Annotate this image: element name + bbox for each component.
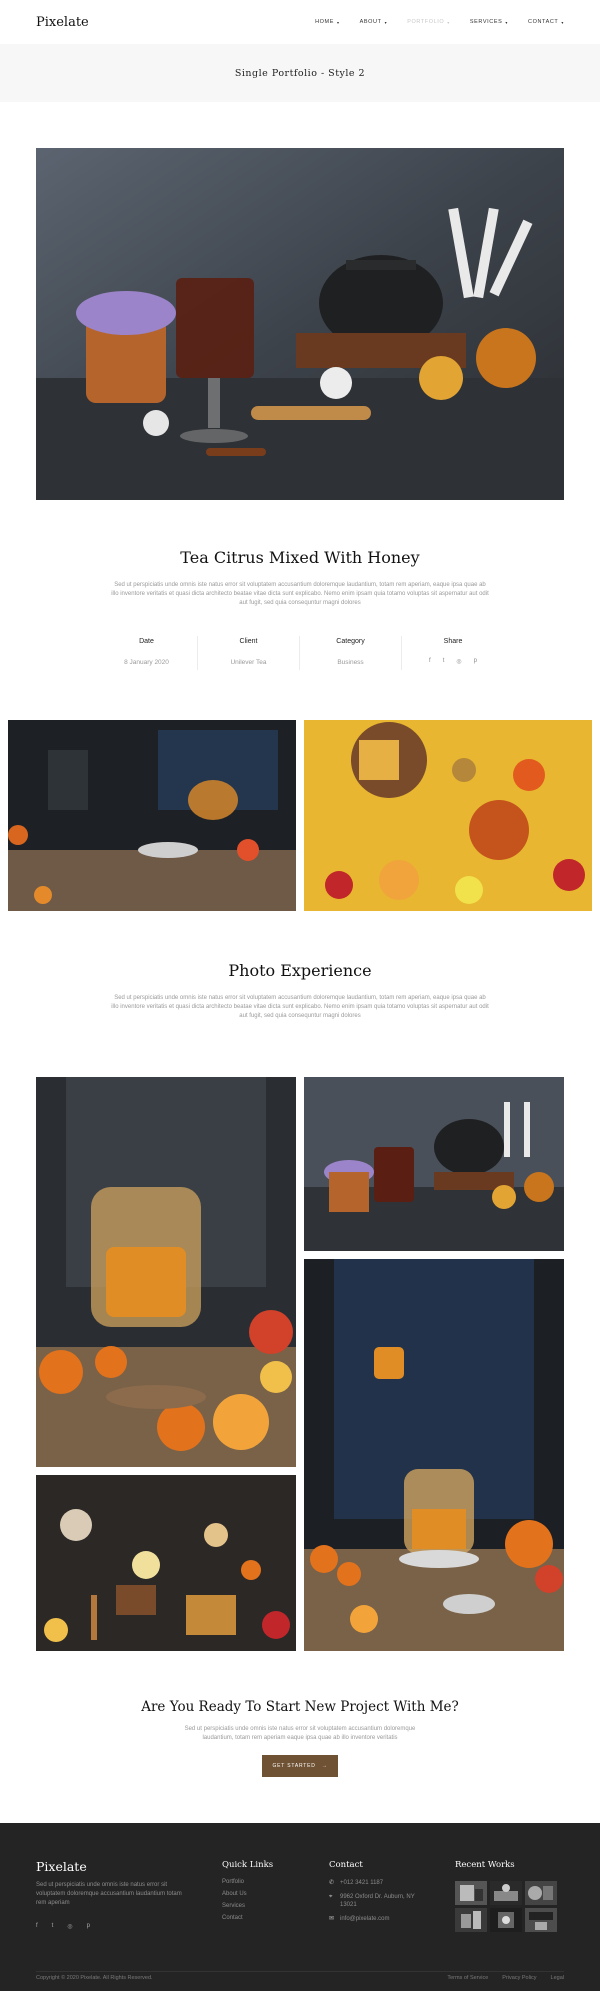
chevron-down-icon: ▾ xyxy=(337,19,340,25)
legal-link-terms[interactable]: Terms of Service xyxy=(447,1975,488,1981)
nav-item-portfolio[interactable]: PORTFOLIO ▾ xyxy=(407,19,450,25)
nav-item-label: ABOUT xyxy=(359,19,382,25)
recent-work-thumb[interactable] xyxy=(455,1881,487,1905)
meta-category: Category Business xyxy=(300,636,402,670)
contact-title: Contact xyxy=(329,1860,363,1870)
facebook-icon[interactable]: f xyxy=(429,658,431,665)
page-title-bar: Single Portfolio - Style 2 xyxy=(0,44,600,102)
footer-divider xyxy=(36,1971,564,1972)
meta-client-label: Client xyxy=(239,638,258,645)
site-logo[interactable]: Pixelate xyxy=(36,15,89,30)
contact-address-value: 9962 Oxford Dr. Auburn, NY 13021 xyxy=(340,1894,415,1908)
arrow-right-icon: → xyxy=(321,1763,328,1769)
experience-description: Sed ut perspiciatis unde omnis iste natu… xyxy=(111,995,489,1019)
contact-address: ⌖ 9962 Oxford Dr. Auburn, NY 13021 xyxy=(329,1893,420,1909)
location-icon: ⌖ xyxy=(329,1894,333,1900)
meta-category-label: Category xyxy=(336,638,365,645)
legal-link-privacy[interactable]: Privacy Policy xyxy=(502,1975,536,1981)
email-icon: ✉ xyxy=(329,1916,335,1922)
site-header: Pixelate HOME ▾ ABOUT ▾ PORTFOLIO ▾ SERVICE… xyxy=(0,0,600,44)
chevron-down-icon: ▾ xyxy=(447,19,450,25)
site-footer: Pixelate Sed ut perspiciatis unde omnis … xyxy=(0,1823,600,1991)
nav-item-about[interactable]: ABOUT ▾ xyxy=(360,19,388,25)
quick-links-title: Quick Links xyxy=(222,1860,274,1870)
recent-work-thumb[interactable] xyxy=(525,1908,557,1932)
twitter-icon[interactable]: t xyxy=(52,1923,54,1930)
quick-links: Portfolio About Us Services Contact xyxy=(222,1879,247,1921)
copyright: Copyright © 2020 Pixelate. All Rights Re… xyxy=(36,1975,153,1981)
footer-link-services[interactable]: Services xyxy=(222,1903,247,1909)
meta-category-value: Business xyxy=(337,659,364,666)
share-icons: f t ◎ p xyxy=(402,658,504,665)
contact-email-value[interactable]: info@pixelate.com xyxy=(340,1915,389,1923)
pinterest-icon[interactable]: p xyxy=(474,658,477,665)
contact-email: ✉ info@pixelate.com xyxy=(329,1915,420,1923)
grid-image-teapot-oranges xyxy=(36,1077,296,1467)
nav-item-label: HOME xyxy=(315,19,335,25)
contact-info: ✆ +012 3421 1187 ⌖ 9962 Oxford Dr. Aubur… xyxy=(329,1879,420,1923)
grid-image-man-with-tea xyxy=(304,1259,564,1651)
page-title: Single Portfolio - Style 2 xyxy=(234,67,366,79)
chevron-down-icon: ▾ xyxy=(561,19,564,25)
meta-date-label: Date xyxy=(139,638,154,645)
meta-client: Client Unilever Tea xyxy=(198,636,300,670)
grid-image-flatlay xyxy=(36,1475,296,1651)
facebook-icon[interactable]: f xyxy=(36,1923,38,1930)
project-title: Tea Citrus Mixed With Honey xyxy=(180,548,420,567)
recent-work-thumb[interactable] xyxy=(455,1908,487,1932)
main-nav: HOME ▾ ABOUT ▾ PORTFOLIO ▾ SERVICES ▾ CONTAC… xyxy=(315,19,564,25)
instagram-icon[interactable]: ◎ xyxy=(67,1923,72,1930)
pinterest-icon[interactable]: p xyxy=(87,1923,90,1930)
instagram-icon[interactable]: ◎ xyxy=(456,658,461,665)
footer-link-contact[interactable]: Contact xyxy=(222,1915,247,1921)
experience-title: Photo Experience xyxy=(228,961,372,980)
footer-logo[interactable]: Pixelate xyxy=(36,1859,87,1874)
gallery-image-yellow-table xyxy=(304,720,592,911)
nav-item-services[interactable]: SERVICES ▾ xyxy=(470,19,508,25)
footer-link-about[interactable]: About Us xyxy=(222,1891,247,1897)
recent-work-thumb[interactable] xyxy=(490,1881,522,1905)
footer-social: f t ◎ p xyxy=(36,1923,90,1930)
nav-item-home[interactable]: HOME ▾ xyxy=(315,19,340,25)
grid-image-tea-set xyxy=(304,1077,564,1251)
footer-about: Sed ut perspiciatis unde omnis iste natu… xyxy=(36,1882,182,1906)
contact-phone-value[interactable]: +012 3421 1187 xyxy=(340,1879,383,1887)
phone-icon: ✆ xyxy=(329,1880,335,1886)
chevron-down-icon: ▾ xyxy=(384,19,388,25)
meta-share-label: Share xyxy=(443,638,463,645)
nav-item-label: PORTFOLIO xyxy=(407,19,445,25)
contact-phone: ✆ +012 3421 1187 xyxy=(329,1879,420,1887)
recent-work-thumb[interactable] xyxy=(525,1881,557,1905)
gallery-image-pouring-tea xyxy=(8,720,296,911)
footer-link-portfolio[interactable]: Portfolio xyxy=(222,1879,247,1885)
two-up-gallery xyxy=(8,720,592,911)
project-meta: Date 8 January 2020 Client Unilever Tea … xyxy=(0,636,600,670)
project-description: Sed ut perspiciatis unde omnis iste natu… xyxy=(111,582,489,606)
nav-item-label: SERVICES xyxy=(469,19,503,25)
legal-links: Terms of Service Privacy Policy Legal xyxy=(447,1975,564,1981)
meta-date-value: 8 January 2020 xyxy=(124,659,169,666)
recent-works-grid xyxy=(455,1881,557,1932)
chevron-down-icon: ▾ xyxy=(505,19,509,25)
get-started-button[interactable]: GET STARTED → xyxy=(262,1755,338,1777)
nav-item-label: CONTACT xyxy=(528,19,559,25)
photo-grid xyxy=(36,1077,564,1651)
meta-share: Share f t ◎ p xyxy=(402,636,504,670)
hero-image xyxy=(36,148,564,500)
cta-description: Sed ut perspiciatis unde omnis iste natu… xyxy=(184,1726,416,1741)
cta-title: Are You Ready To Start New Project With … xyxy=(141,1699,459,1715)
meta-date: Date 8 January 2020 xyxy=(96,636,198,670)
recent-work-thumb[interactable] xyxy=(490,1908,522,1932)
twitter-icon[interactable]: t xyxy=(443,658,445,665)
legal-link-legal[interactable]: Legal xyxy=(551,1975,564,1981)
get-started-label: GET STARTED xyxy=(272,1763,316,1769)
nav-item-contact[interactable]: CONTACT ▾ xyxy=(528,19,564,25)
meta-client-value: Unilever Tea xyxy=(230,659,267,666)
recent-works-title: Recent Works xyxy=(455,1860,515,1870)
